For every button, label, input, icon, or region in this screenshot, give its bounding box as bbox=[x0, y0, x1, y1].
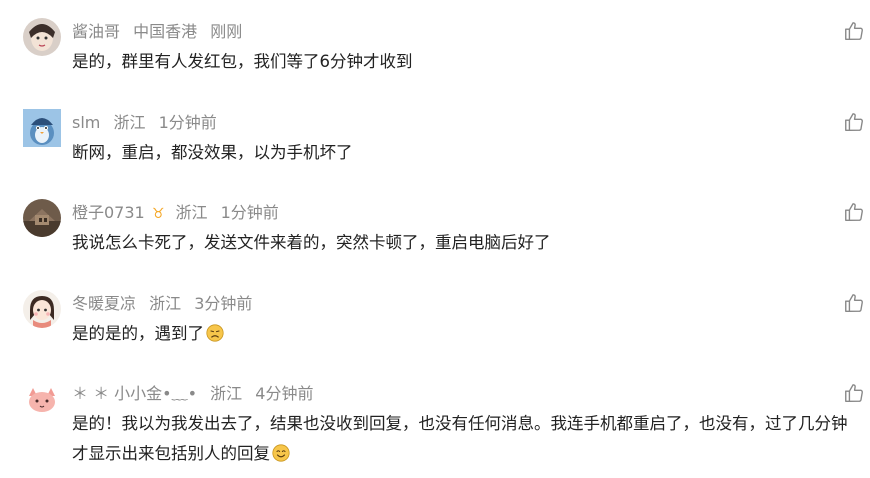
timestamp: 3分钟前 bbox=[194, 294, 253, 313]
comment-text: 是的！我以为我发出去了，结果也没收到回复，也没有任何消息。我连手机都重启了，也没… bbox=[72, 409, 862, 469]
comment-meta: 冬暖夏凉 浙江 3分钟前 bbox=[72, 292, 260, 316]
thumbs-up-icon[interactable] bbox=[843, 292, 865, 314]
location: 浙江 bbox=[210, 384, 243, 403]
avatar[interactable] bbox=[23, 290, 61, 328]
comment-meta: 橙子0731 ♉ 浙江 1分钟前 bbox=[72, 201, 287, 225]
comment-item: ＊ ＊ 小小金•﹏• 浙江 4分钟前 是的！我以为我发出去了，结果也没收到回复，… bbox=[0, 380, 870, 478]
avatar[interactable] bbox=[23, 380, 61, 418]
thumbs-up-icon[interactable] bbox=[843, 201, 865, 223]
location: 中国香港 bbox=[133, 22, 198, 41]
thumbs-up-icon[interactable] bbox=[843, 382, 865, 404]
comment-text: 是的，群里有人发红包，我们等了6分钟才收到 bbox=[72, 52, 413, 71]
timestamp: 4分钟前 bbox=[255, 384, 314, 403]
comment-text: 我说怎么卡死了，发送文件来着的，突然卡顿了，重启电脑后好了 bbox=[72, 233, 551, 252]
comment-meta: 酱油哥 中国香港 刚刚 bbox=[72, 20, 250, 44]
username[interactable]: slm bbox=[72, 113, 100, 132]
username[interactable]: 酱油哥 bbox=[72, 22, 120, 41]
location: 浙江 bbox=[175, 203, 208, 222]
username[interactable]: 冬暖夏凉 bbox=[72, 294, 136, 313]
location: 浙江 bbox=[113, 113, 146, 132]
thumbs-up-icon[interactable] bbox=[843, 20, 865, 42]
avatar[interactable] bbox=[23, 199, 61, 237]
zodiac-badge-icon: ♉ bbox=[151, 206, 165, 222]
comment-text-body: 是的！我以为我发出去了，结果也没收到回复，也没有任何消息。我连手机都重启了，也没… bbox=[72, 414, 848, 463]
comment-item: 酱油哥 中国香港 刚刚 是的，群里有人发红包，我们等了6分钟才收到 bbox=[0, 18, 870, 108]
comment-item: slm 浙江 1分钟前 断网，重启，都没效果，以为手机坏了 bbox=[0, 109, 870, 199]
comment-text: 断网，重启，都没效果，以为手机坏了 bbox=[72, 143, 353, 162]
username[interactable]: ＊ ＊ 小小金•﹏• bbox=[72, 384, 197, 403]
comment-item: 橙子0731 ♉ 浙江 1分钟前 我说怎么卡死了，发送文件来着的，突然卡顿了，重… bbox=[0, 199, 870, 289]
sad-emoji-icon bbox=[206, 322, 224, 342]
comment-meta: ＊ ＊ 小小金•﹏• 浙江 4分钟前 bbox=[72, 382, 321, 406]
avatar[interactable] bbox=[23, 109, 61, 147]
thumbs-up-icon[interactable] bbox=[843, 111, 865, 133]
location: 浙江 bbox=[149, 294, 182, 313]
comment-item: 冬暖夏凉 浙江 3分钟前 是的是的，遇到了 bbox=[0, 290, 870, 380]
comment-text: 是的是的，遇到了 bbox=[72, 319, 862, 349]
username[interactable]: 橙子0731 bbox=[72, 203, 145, 222]
timestamp: 刚刚 bbox=[210, 22, 243, 41]
comment-meta: slm 浙江 1分钟前 bbox=[72, 111, 225, 135]
timestamp: 1分钟前 bbox=[220, 203, 279, 222]
smile-emoji-icon bbox=[272, 442, 290, 462]
comment-text-body: 是的是的，遇到了 bbox=[72, 324, 204, 343]
avatar[interactable] bbox=[23, 18, 61, 56]
timestamp: 1分钟前 bbox=[158, 113, 217, 132]
